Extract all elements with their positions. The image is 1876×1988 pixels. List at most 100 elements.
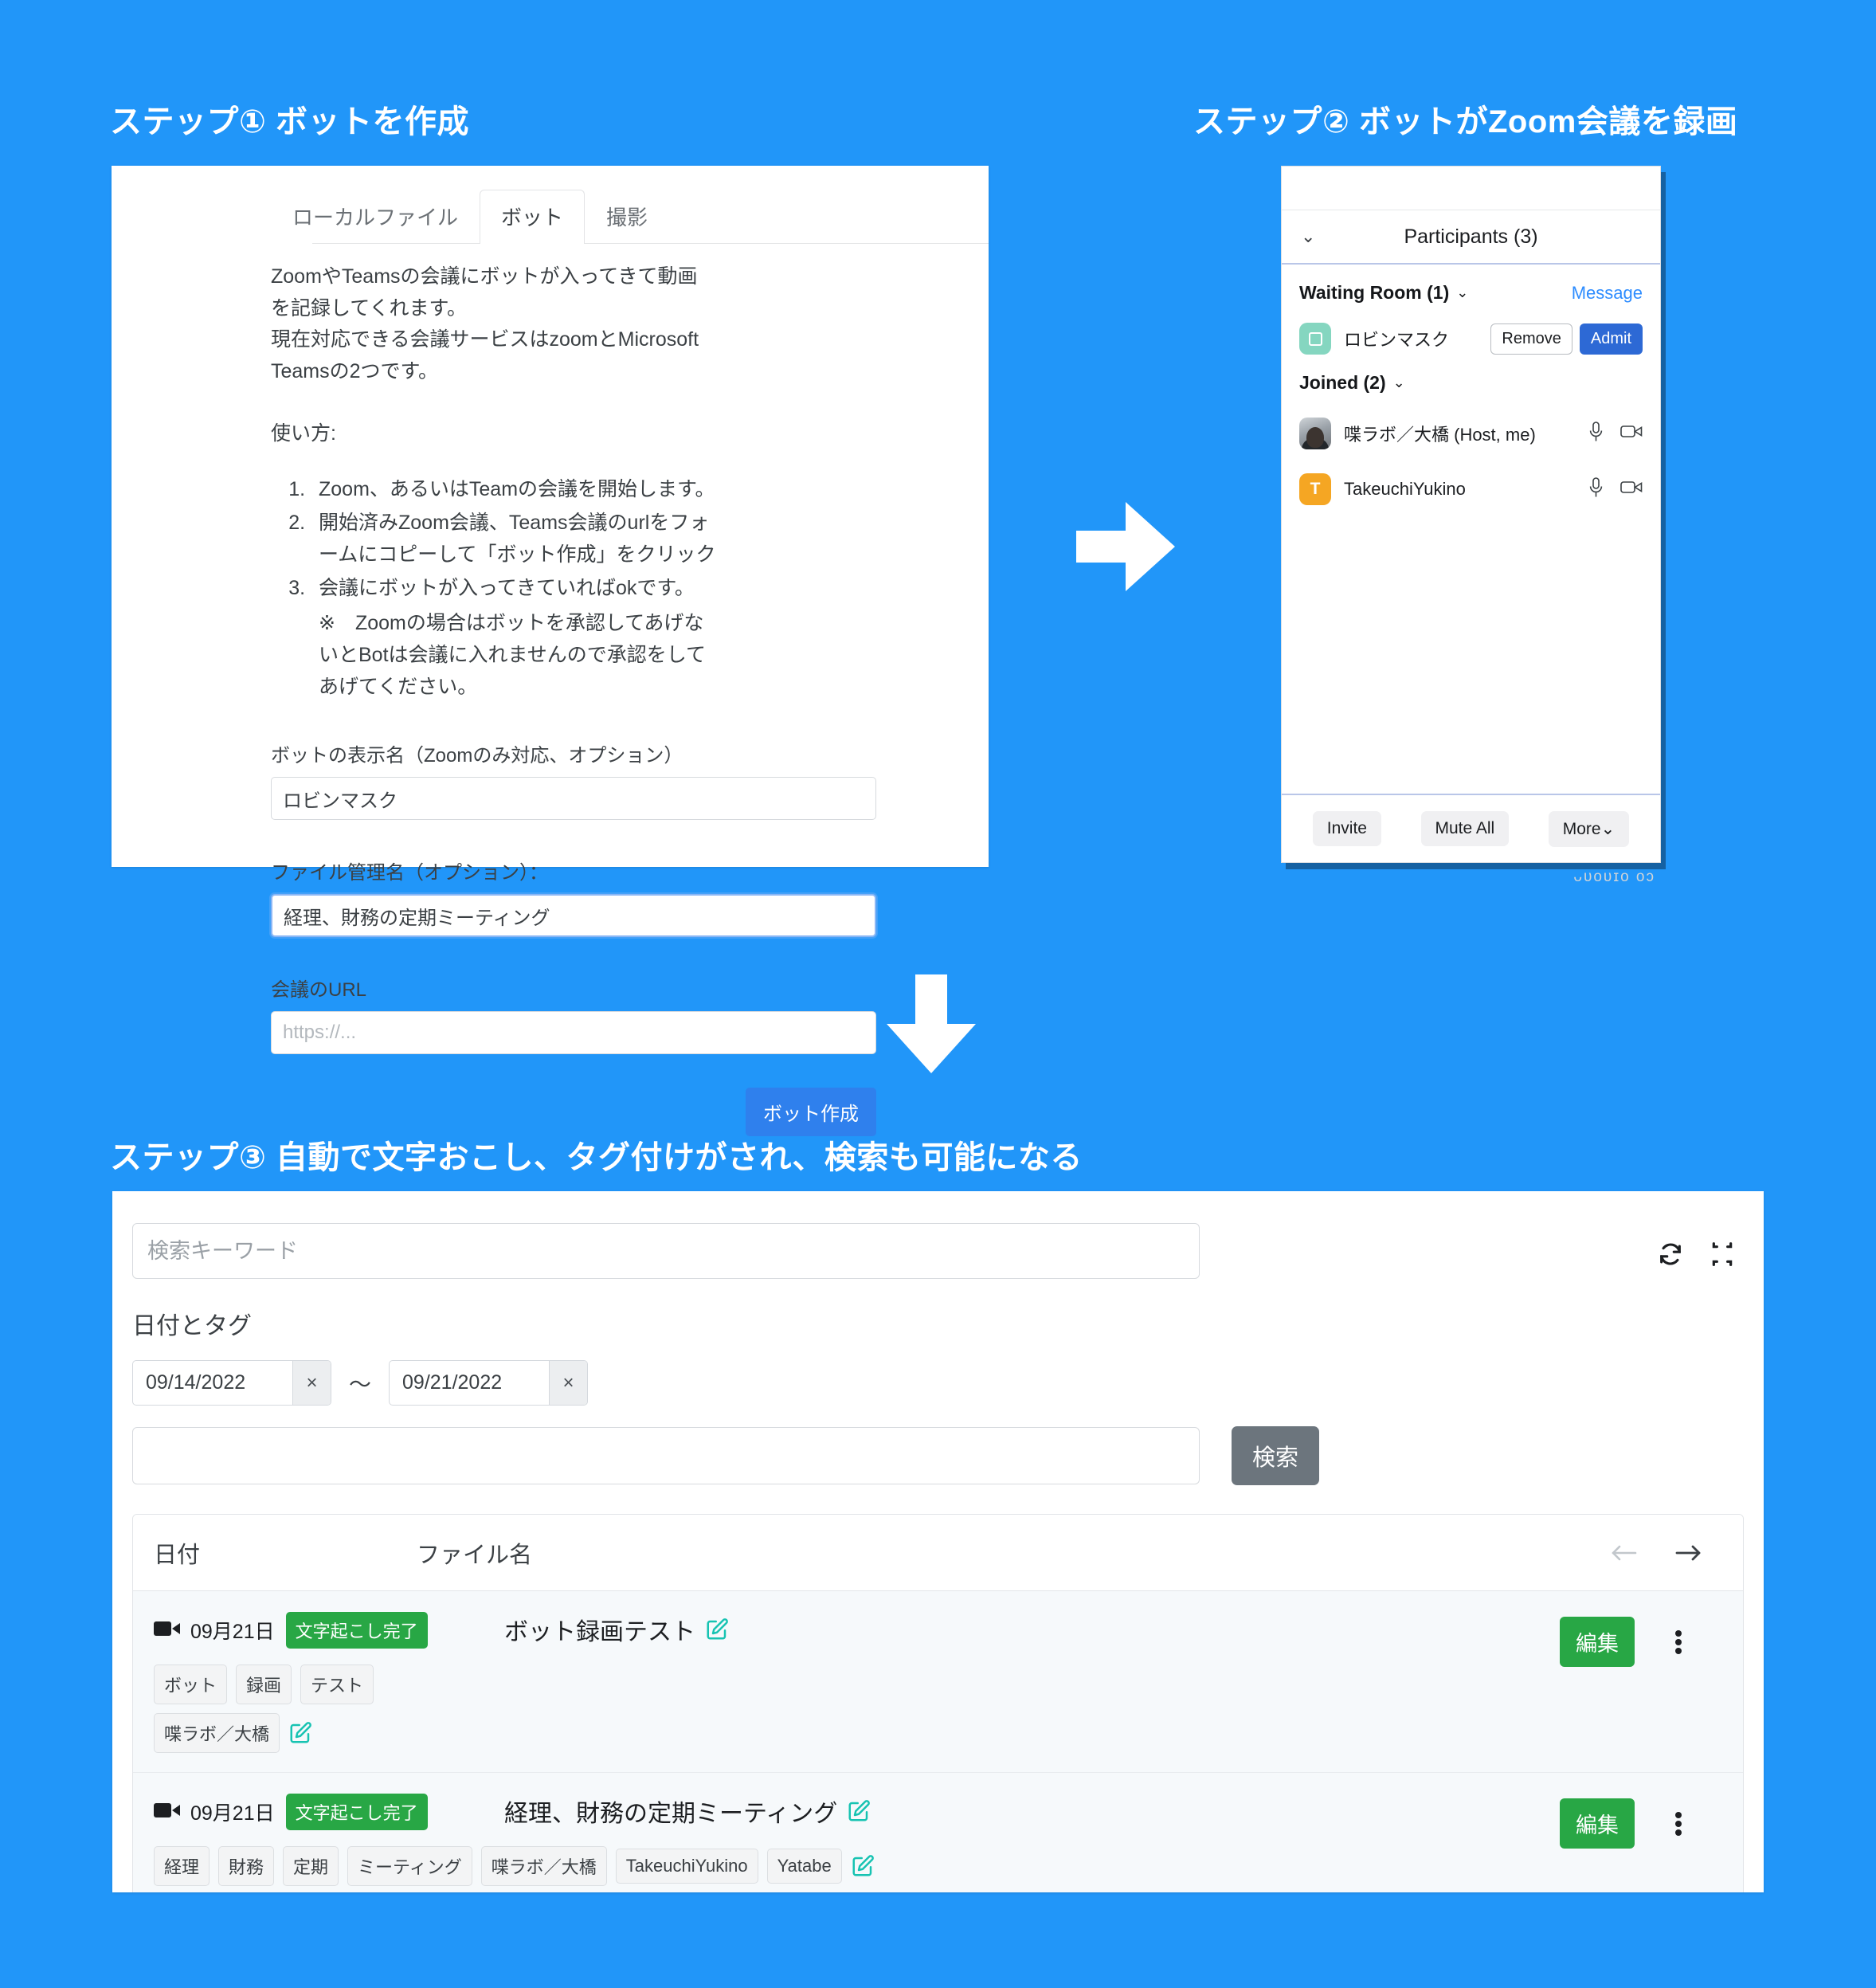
- table-row[interactable]: 09月21日 文字起こし完了 ボット 録画 テスト 喋ラボ／大橋 ボット録画テス…: [133, 1591, 1743, 1773]
- tag-chip[interactable]: ボット: [154, 1665, 228, 1704]
- kebab-dot: [1675, 1647, 1682, 1654]
- video-camera-icon[interactable]: [1620, 424, 1643, 443]
- joined-participant-row: T TakeuchiYukino: [1299, 473, 1643, 505]
- video-file-icon: [154, 1802, 181, 1823]
- edit-button[interactable]: 編集: [1560, 1617, 1635, 1667]
- step2-heading: ステップ② ボットがZoom会議を録画: [1193, 104, 1738, 139]
- date-from-box[interactable]: 09/14/2022 ×: [132, 1360, 331, 1406]
- search-button[interactable]: 検索: [1232, 1426, 1320, 1485]
- avatar: [1299, 418, 1331, 449]
- chevron-down-icon[interactable]: ⌄: [1456, 284, 1468, 301]
- edit-filename-icon[interactable]: [847, 1799, 871, 1823]
- tab-local-file[interactable]: ローカルファイル: [271, 190, 480, 244]
- previous-page-icon[interactable]: [1608, 1542, 1639, 1564]
- intro-text: ZoomやTeamsの会議にボットが入ってきて動画を記録してくれます。 現在対応…: [271, 261, 717, 387]
- waiting-room-label: Waiting Room (1): [1299, 282, 1450, 303]
- dates-and-tags-label: 日付とタグ: [132, 1313, 252, 1339]
- tag-chip[interactable]: 喋ラボ／大橋: [154, 1713, 280, 1753]
- row-overflow-menu-icon[interactable]: [1635, 1810, 1722, 1838]
- column-header-filename: ファイル名: [417, 1542, 533, 1568]
- invite-button[interactable]: Invite: [1312, 811, 1381, 846]
- panel-icon-group: [1657, 1223, 1735, 1268]
- next-page-icon[interactable]: [1673, 1542, 1705, 1564]
- table-row[interactable]: 09月21日 文字起こし完了 経理 財務 定期 ミーティング 喋ラボ／大橋 Ta…: [133, 1773, 1743, 1892]
- file-name-input[interactable]: [271, 894, 876, 937]
- arrow-down-icon: [887, 974, 976, 1077]
- waiting-participant-row: ロビンマスク Remove Admit: [1299, 323, 1643, 355]
- kebab-dot: [1675, 1629, 1682, 1637]
- meeting-url-label: 会議のURL: [271, 979, 367, 1001]
- video-camera-icon[interactable]: [1620, 480, 1643, 499]
- bot-form-body: ZoomやTeamsの会議にボットが入ってきて動画を記録してくれます。 現在対応…: [112, 244, 876, 1136]
- admit-button[interactable]: Admit: [1579, 323, 1643, 355]
- row-tag-list: 経理 財務 定期 ミーティング 喋ラボ／大橋 TakeuchiYukino Ya…: [154, 1846, 950, 1886]
- tag-chip[interactable]: ミーティング: [347, 1846, 472, 1886]
- edit-tags-icon[interactable]: [851, 1854, 875, 1878]
- tag-chip[interactable]: 喋ラボ／大橋: [480, 1846, 607, 1886]
- intro-line-1: ZoomやTeamsの会議にボットが入ってきて動画を記録してくれます。: [271, 265, 698, 320]
- search-input[interactable]: [132, 1223, 1200, 1279]
- media-controls: [1589, 421, 1643, 446]
- chevron-down-icon[interactable]: ⌄: [1393, 374, 1405, 391]
- more-button-label: More: [1562, 819, 1601, 838]
- microphone-icon[interactable]: [1589, 421, 1603, 446]
- clear-date-to-icon[interactable]: ×: [549, 1361, 588, 1405]
- tab-capture[interactable]: 撮影: [585, 190, 669, 244]
- avatar: T: [1299, 473, 1331, 505]
- row-overflow-menu-icon[interactable]: [1635, 1628, 1722, 1657]
- tab-bot[interactable]: ボット: [480, 190, 586, 244]
- date-to-box[interactable]: 09/21/2022 ×: [389, 1360, 589, 1406]
- refresh-icon[interactable]: [1657, 1241, 1684, 1268]
- step3-heading: ステップ③ 自動で文字おこし、タグ付けがされ、検索も可能になる: [110, 1140, 1083, 1175]
- bot-creation-panel: ローカルファイル ボット 撮影 ZoomやTeamsの会議にボットが入ってきて動…: [112, 166, 989, 1136]
- search-results-panel: 日付とタグ 09/14/2022 × ～ 09/21/2022 × 検索 日付 …: [112, 1191, 1764, 1892]
- edit-tags-icon[interactable]: [288, 1721, 312, 1745]
- column-header-date: 日付: [154, 1542, 201, 1568]
- meeting-url-input[interactable]: [271, 1011, 876, 1054]
- row-date-cell: 09月21日 文字起こし完了 経理 財務 定期 ミーティング 喋ラボ／大橋 Ta…: [154, 1794, 874, 1886]
- file-name-line: ボット録画テスト: [504, 1612, 1560, 1647]
- mute-all-button[interactable]: Mute All: [1420, 811, 1510, 846]
- tag-chip[interactable]: 経理: [154, 1846, 210, 1886]
- row-actions: 編集: [1560, 1794, 1722, 1849]
- zoom-footer-toolbar: Invite Mute All More⌄: [1282, 794, 1660, 862]
- collapse-icon[interactable]: [1710, 1241, 1735, 1267]
- edit-button[interactable]: 編集: [1560, 1798, 1635, 1849]
- zoom-top-strip: [1282, 167, 1660, 210]
- tag-chip[interactable]: 録画: [236, 1665, 292, 1704]
- tag-chip[interactable]: 財務: [218, 1846, 275, 1886]
- create-bot-button[interactable]: ボット作成: [746, 1088, 876, 1136]
- remove-button[interactable]: Remove: [1490, 323, 1572, 355]
- display-name-input[interactable]: [271, 777, 876, 820]
- microphone-icon[interactable]: [1589, 476, 1603, 502]
- message-link[interactable]: Message: [1572, 283, 1643, 304]
- joined-section-header[interactable]: Joined (2) ⌄: [1299, 372, 1643, 394]
- waiting-room-section-header[interactable]: Waiting Room (1) ⌄ Message: [1299, 282, 1643, 304]
- search-top-row: [112, 1191, 1764, 1279]
- date-to-value[interactable]: 09/21/2022: [390, 1361, 549, 1405]
- tag-filter-input[interactable]: [132, 1427, 1200, 1484]
- edit-filename-icon[interactable]: [705, 1617, 729, 1641]
- pagination-controls: [1608, 1542, 1722, 1564]
- tag-chip[interactable]: テスト: [300, 1665, 374, 1704]
- chevron-down-icon[interactable]: ⌄: [1301, 226, 1315, 247]
- row-date: 09月21日: [190, 1621, 275, 1643]
- participant-name: TakeuchiYukino: [1344, 479, 1466, 499]
- submit-row: ボット作成: [271, 1088, 876, 1136]
- tag-chip[interactable]: TakeuchiYukino: [615, 1849, 758, 1884]
- tag-chip[interactable]: Yatabe: [766, 1849, 842, 1884]
- participant-name: ロビンマスク: [1344, 330, 1450, 350]
- clear-date-from-icon[interactable]: ×: [292, 1361, 331, 1405]
- kebab-dot: [1675, 1820, 1682, 1827]
- row-file-name: ボット録画テスト: [504, 1619, 695, 1645]
- file-name-label: ファイル管理名（オプション）：: [271, 862, 548, 884]
- howto-label: 使い方:: [271, 422, 336, 445]
- media-controls: [1589, 476, 1643, 502]
- row-file-cell: ボット録画テスト: [417, 1612, 1560, 1647]
- participants-title: Participants (3): [1404, 225, 1538, 248]
- row-actions: 編集: [1560, 1612, 1722, 1667]
- date-from-value[interactable]: 09/14/2022: [133, 1361, 292, 1405]
- tag-chip[interactable]: 定期: [283, 1846, 339, 1886]
- table-header-row: 日付 ファイル名: [133, 1515, 1743, 1591]
- more-button[interactable]: More⌄: [1548, 810, 1630, 847]
